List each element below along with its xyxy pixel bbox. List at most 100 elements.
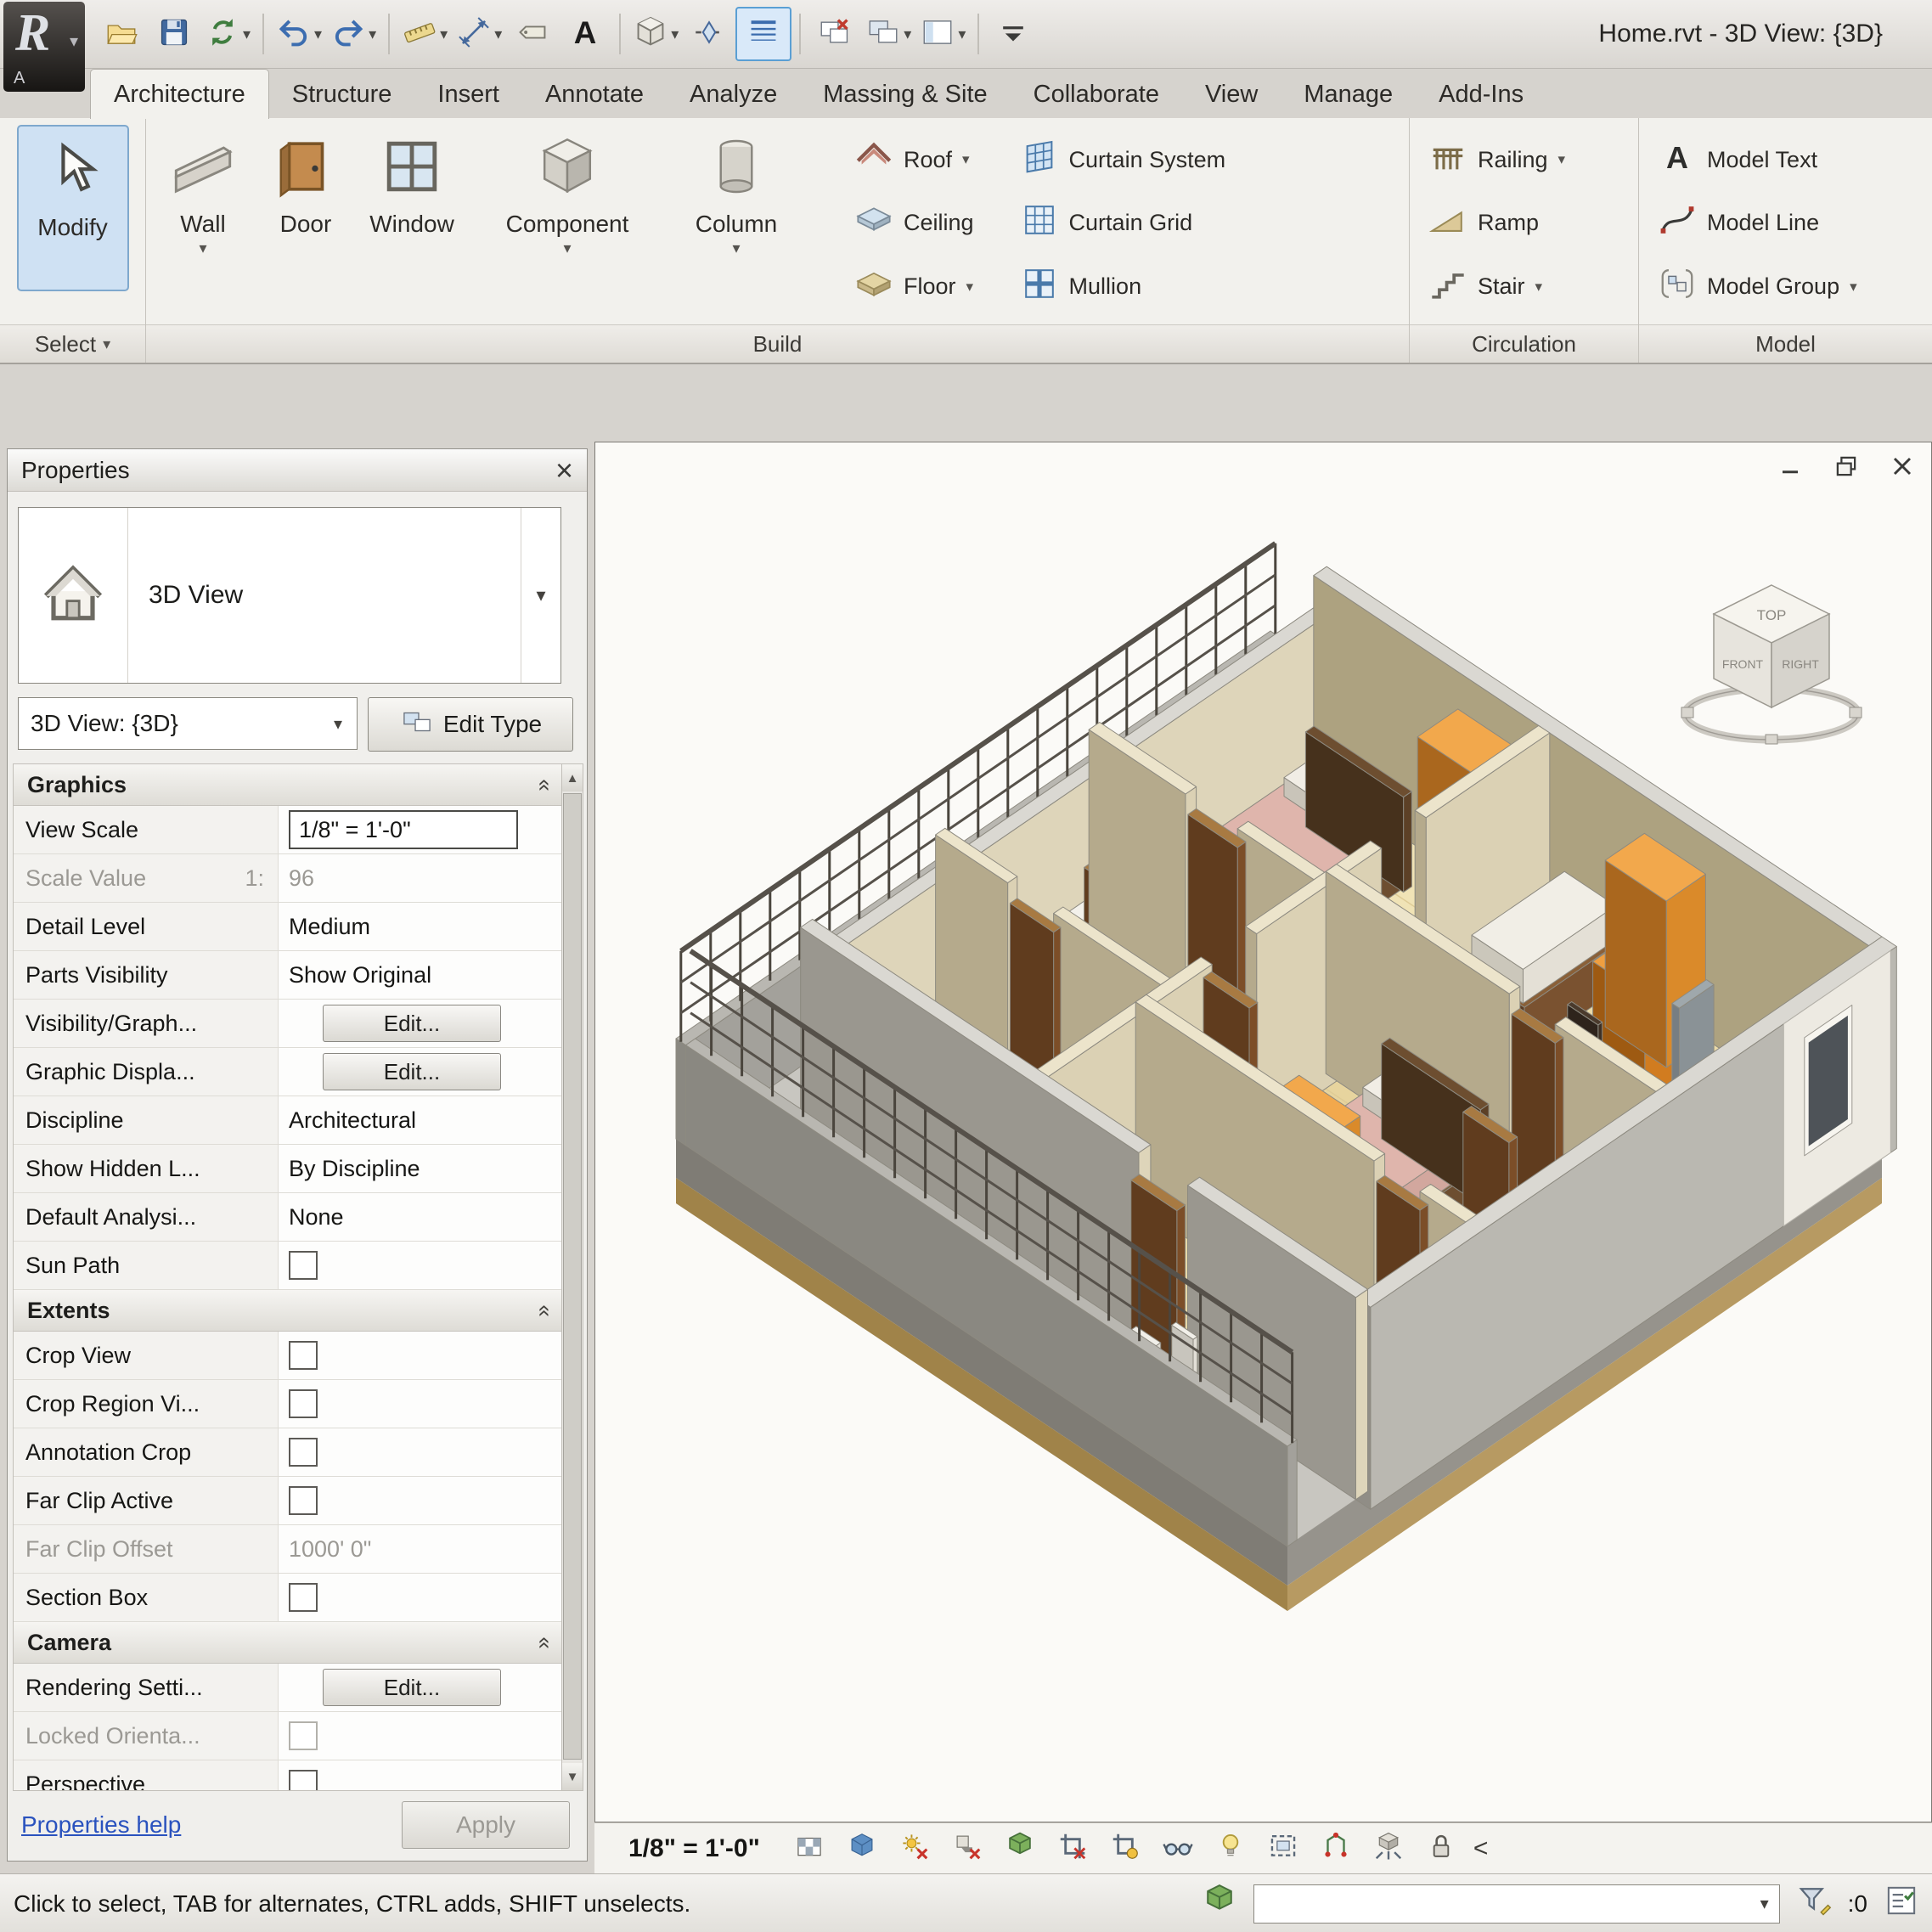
far-clip-active-checkbox[interactable] [289, 1486, 318, 1515]
scroll-thumb[interactable] [563, 793, 582, 1760]
tag-by-category-button[interactable] [506, 8, 559, 59]
show-crop-region-button[interactable] [1105, 1828, 1146, 1869]
shadows-button[interactable] [947, 1828, 988, 1869]
wall-button[interactable]: Wall▾ [153, 125, 253, 322]
reveal-constraints-button[interactable] [1421, 1828, 1462, 1869]
railing-button[interactable]: Railing▾ [1422, 131, 1572, 189]
stair-button[interactable]: Stair▾ [1422, 258, 1572, 316]
close-properties-icon[interactable]: × [555, 455, 573, 486]
dropdown-arrow-icon[interactable]: ▾ [958, 25, 966, 43]
detail-level-value[interactable]: Medium [289, 914, 370, 940]
dropdown-arrow-icon[interactable]: ▾ [494, 25, 502, 43]
sun-path-button[interactable] [894, 1828, 935, 1869]
dropdown-arrow-icon[interactable]: ▾ [369, 25, 376, 43]
user-interface-button[interactable]: ▾ [915, 8, 970, 59]
tab-massing-site[interactable]: Massing & Site [800, 70, 1010, 119]
dropdown-arrow-icon[interactable]: ▾ [671, 25, 679, 43]
dropdown-arrow-icon[interactable]: ▾ [314, 25, 322, 43]
thin-lines-button[interactable] [735, 7, 791, 61]
show-analytical-model-button[interactable] [1315, 1828, 1356, 1869]
far-clip-offset-value[interactable]: 1000' 0" [289, 1536, 371, 1563]
crop-view-button[interactable] [1052, 1828, 1093, 1869]
section-button[interactable] [683, 8, 735, 59]
worksets-icon[interactable] [1201, 1882, 1238, 1925]
open-button[interactable] [95, 8, 148, 59]
group-header-graphics[interactable]: Graphics» [14, 764, 562, 806]
column-button[interactable]: Column▾ [681, 125, 791, 322]
graphic-displa-edit-button[interactable]: Edit... [323, 1053, 501, 1090]
properties-scrollbar[interactable]: ▲ ▼ [561, 763, 583, 1791]
customize-quick-access-button[interactable] [987, 8, 1039, 59]
model-group-button[interactable]: Model Group▾ [1651, 258, 1864, 316]
crop-region-vi-checkbox[interactable] [289, 1389, 318, 1418]
discipline-value[interactable]: Architectural [289, 1107, 416, 1134]
group-header-extents[interactable]: Extents» [14, 1290, 562, 1332]
ramp-button[interactable]: Ramp [1422, 194, 1572, 252]
type-selector-arrow-icon[interactable]: ▾ [521, 508, 560, 683]
component-button[interactable]: Component▾ [496, 125, 639, 322]
minimize-view-icon[interactable] [1775, 451, 1805, 482]
roof-button[interactable]: Roof▾ [848, 131, 981, 189]
tab-collaborate[interactable]: Collaborate [1011, 70, 1182, 119]
close-hidden-windows-button[interactable] [808, 8, 861, 59]
viewcube[interactable]: TOP FRONT RIGHT [1653, 534, 1890, 755]
tab-view[interactable]: View [1182, 70, 1281, 119]
text-button[interactable]: A [559, 8, 611, 59]
rendering-setti-edit-button[interactable]: Edit... [323, 1669, 501, 1706]
reveal-hidden-elements-button[interactable] [1210, 1828, 1251, 1869]
tab-manage[interactable]: Manage [1281, 70, 1416, 119]
type-selector[interactable]: 3D View ▾ [18, 507, 561, 684]
switch-windows-button[interactable]: ▾ [861, 8, 915, 59]
default-3d-view-button[interactable]: ▾ [628, 8, 683, 59]
dropdown-arrow-icon[interactable]: ▾ [243, 25, 251, 43]
curtain-grid-button[interactable]: Curtain Grid [1013, 194, 1233, 252]
temporary-hide-isolate-button[interactable] [1158, 1828, 1198, 1869]
properties-help-link[interactable]: Properties help [21, 1811, 181, 1839]
tab-insert[interactable]: Insert [414, 70, 522, 119]
panel-label-select[interactable]: Select▾ [0, 324, 145, 363]
tab-analyze[interactable]: Analyze [667, 70, 800, 119]
perspective-checkbox[interactable] [289, 1770, 318, 1791]
detail-level-button[interactable] [789, 1828, 830, 1869]
save-button[interactable] [148, 8, 200, 59]
close-view-icon[interactable] [1887, 451, 1918, 482]
viewcube-right-label[interactable]: RIGHT [1782, 657, 1819, 671]
temporary-view-properties-button[interactable] [1263, 1828, 1304, 1869]
viewcube-front-label[interactable]: FRONT [1722, 657, 1764, 671]
restore-view-icon[interactable] [1831, 451, 1862, 482]
filter-icon[interactable] [1795, 1882, 1833, 1925]
aligned-dimension-button[interactable]: ▾ [452, 8, 506, 59]
curtain-system-button[interactable]: Curtain System [1013, 131, 1233, 189]
crop-view-checkbox[interactable] [289, 1341, 318, 1370]
tab-architecture[interactable]: Architecture [90, 69, 269, 119]
design-options-combobox[interactable]: ▾ [1253, 1884, 1780, 1924]
dropdown-arrow-icon[interactable]: ▾ [904, 25, 911, 43]
scroll-down-icon[interactable]: ▼ [562, 1763, 583, 1790]
visual-style-button[interactable] [842, 1828, 882, 1869]
annotation-crop-checkbox[interactable] [289, 1438, 318, 1467]
default-analysi-value[interactable]: None [289, 1204, 344, 1231]
mullion-button[interactable]: Mullion [1013, 258, 1233, 316]
scale-value-value[interactable]: 96 [289, 865, 314, 892]
tab-annotate[interactable]: Annotate [522, 70, 667, 119]
dropdown-arrow-icon[interactable]: ▾ [440, 25, 448, 43]
door-button[interactable]: Door [262, 125, 350, 322]
undo-button[interactable]: ▾ [272, 8, 326, 59]
properties-header[interactable]: Properties × [8, 449, 587, 492]
tab-structure[interactable]: Structure [269, 70, 415, 119]
show-hidden-l-value[interactable]: By Discipline [289, 1156, 420, 1182]
model-line-button[interactable]: Model Line [1651, 194, 1864, 252]
section-box-checkbox[interactable] [289, 1583, 318, 1612]
synchronize-button[interactable]: ▾ [200, 8, 255, 59]
view-scale-input[interactable]: 1/8" = 1'-0" [289, 810, 518, 849]
view-selector-combobox[interactable]: 3D View: {3D} ▾ [18, 697, 358, 750]
drawing-area[interactable]: TOP FRONT RIGHT [594, 442, 1932, 1822]
application-menu-button[interactable]: R ▾ A [3, 2, 85, 92]
visibility-graph-edit-button[interactable]: Edit... [323, 1005, 501, 1042]
group-header-camera[interactable]: Camera» [14, 1622, 562, 1664]
scroll-up-icon[interactable]: ▲ [562, 764, 583, 791]
window-button[interactable]: Window [358, 125, 465, 322]
highlight-displacement-sets-button[interactable] [1368, 1828, 1409, 1869]
model-text-button[interactable]: A Model Text [1651, 131, 1864, 189]
collapse-arrow-icon[interactable]: < [1473, 1834, 1489, 1863]
